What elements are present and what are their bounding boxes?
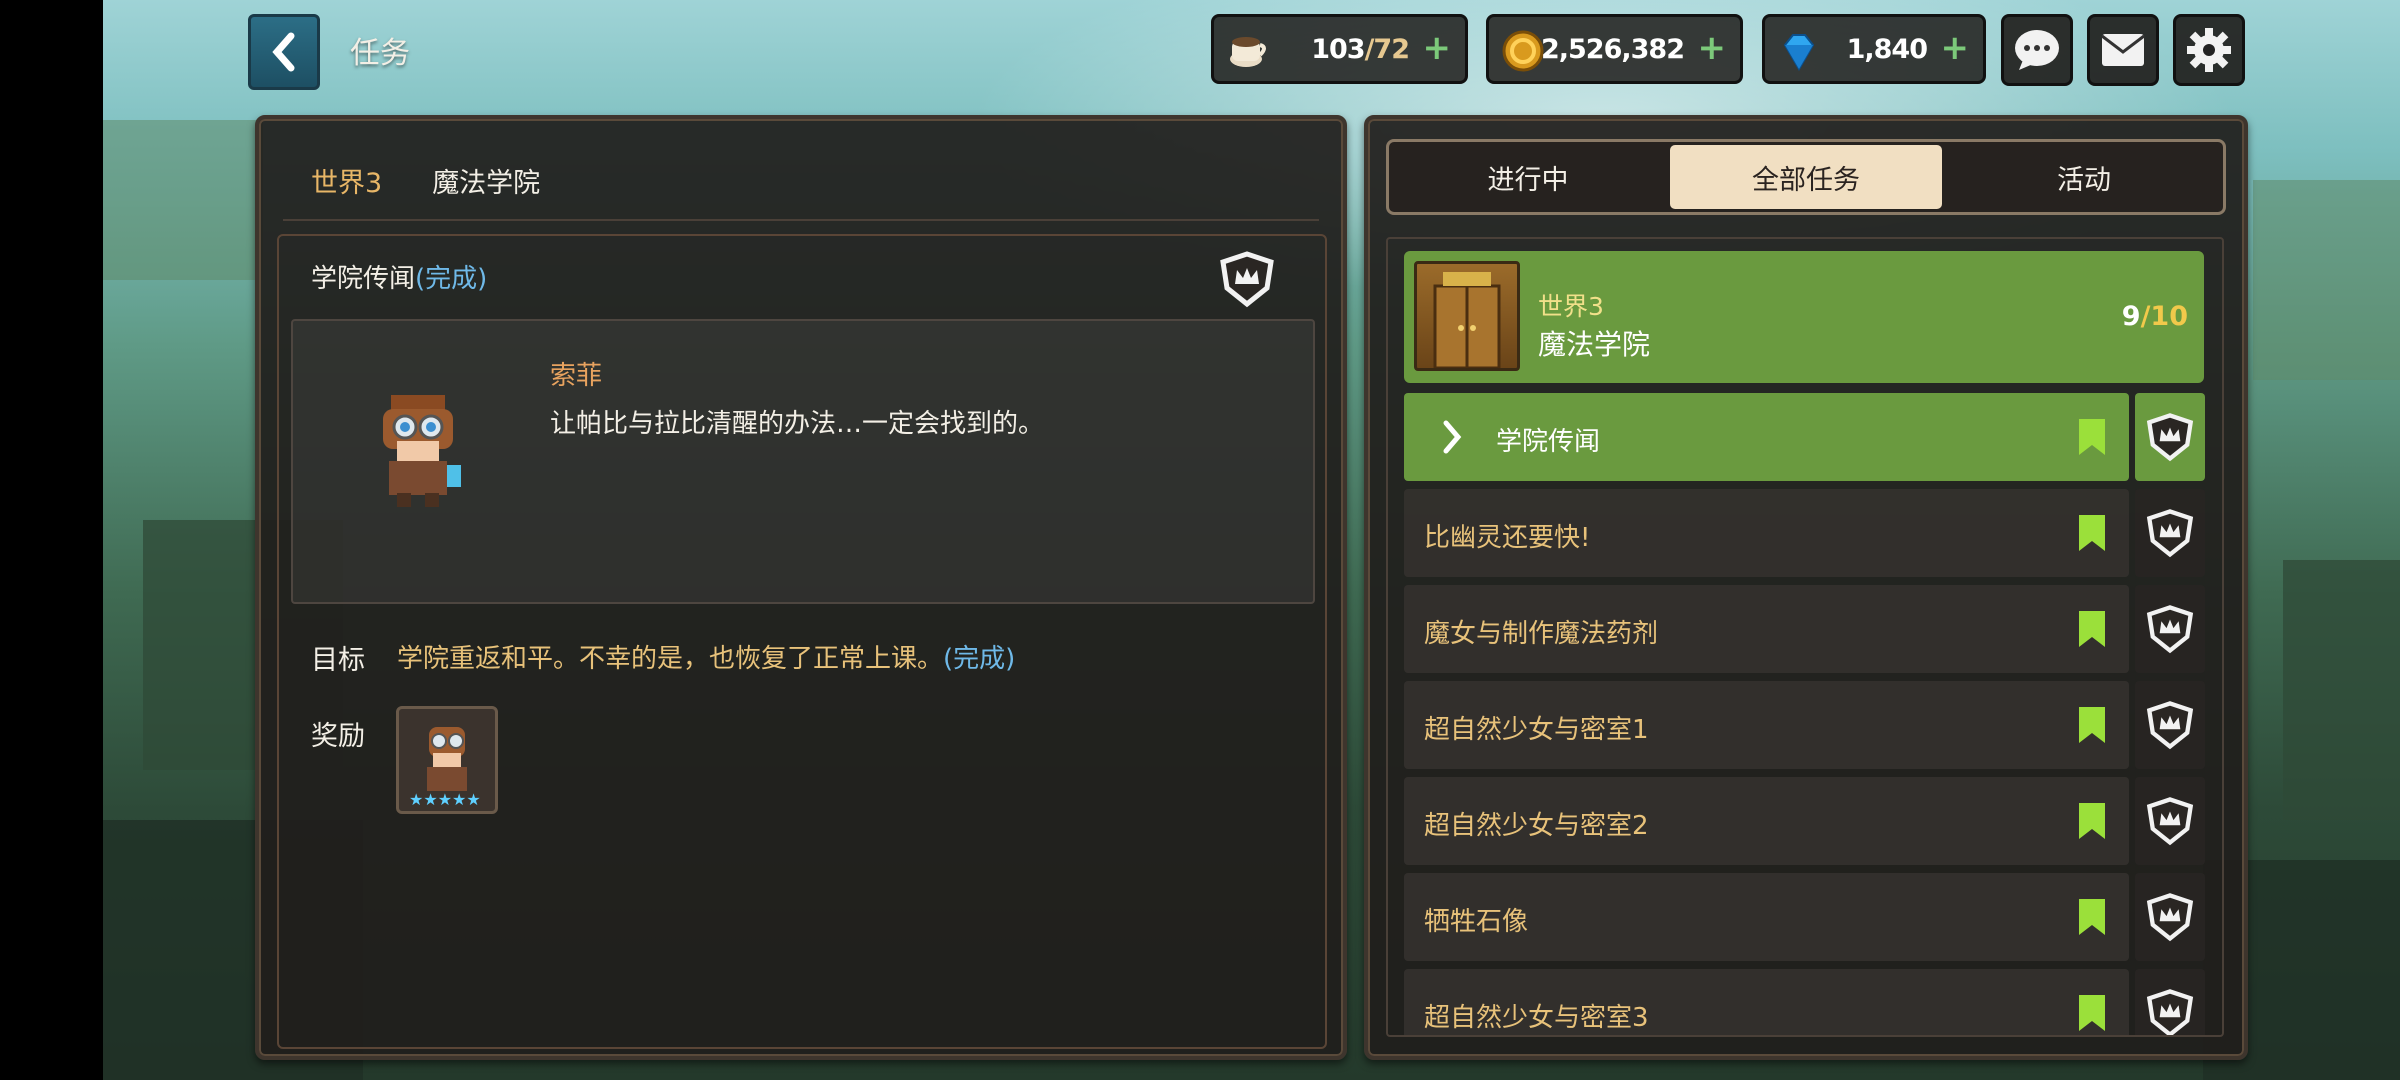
coffee-cup-icon xyxy=(1230,37,1266,67)
quest-detail-panel: 世界3 魔法学院 学院传闻(完成) 索菲 让帕比与拉比清醒的办法…一定会找到的。 … xyxy=(255,115,1347,1060)
divider xyxy=(283,219,1319,221)
bookmark-icon xyxy=(2079,899,2105,935)
tab-in-progress[interactable]: 进行中 xyxy=(1392,145,1664,209)
crown-shield-button[interactable] xyxy=(2135,489,2205,577)
npc-portrait xyxy=(383,395,461,507)
gem-counter: 1,840 + xyxy=(1762,14,1986,84)
quest-row[interactable]: 学院传闻 xyxy=(1404,393,2129,481)
stamina-counter: 103/72 + xyxy=(1211,14,1468,84)
envelope-icon xyxy=(2101,34,2145,66)
reward-item[interactable]: ★★★★★ xyxy=(396,706,498,814)
chat-bubble-icon xyxy=(2015,30,2059,70)
crown-shield-icon xyxy=(2146,893,2194,942)
gold-coin-icon xyxy=(1502,30,1544,72)
tab-events[interactable]: 活动 xyxy=(1948,145,2220,209)
quest-title: 学院传闻(完成) xyxy=(311,264,488,294)
quest-row[interactable]: 超自然少女与密室1 xyxy=(1404,681,2129,769)
bookmark-icon xyxy=(2079,707,2105,743)
world-thumbnail xyxy=(1414,261,1520,371)
bookmark-icon xyxy=(2079,803,2105,839)
quest-row[interactable]: 牺牲石像 xyxy=(1404,873,2129,961)
crown-shield-icon xyxy=(2146,701,2194,750)
crown-shield-button[interactable] xyxy=(2135,777,2205,865)
world-label: 世界3 xyxy=(1538,292,1604,321)
npc-dialog: 索菲 让帕比与拉比清醒的办法…一定会找到的。 xyxy=(291,319,1315,604)
door-icon xyxy=(1433,272,1501,370)
reward-label: 奖励 xyxy=(311,721,365,752)
goal-text: 学院重返和平。不幸的是，也恢复了正常上课。(完成) xyxy=(397,644,1016,674)
hero-reward-portrait: ★★★★★ xyxy=(409,727,481,809)
crown-shield-icon xyxy=(2146,413,2194,462)
bookmark-icon xyxy=(2079,995,2105,1031)
chevron-right-icon xyxy=(1443,420,1462,454)
breadcrumb: 世界3 魔法学院 xyxy=(311,168,541,199)
tab-all-quests[interactable]: 全部任务 xyxy=(1670,145,1942,209)
quest-tabs: 进行中 全部任务 活动 xyxy=(1386,139,2226,215)
bookmark-icon xyxy=(2079,419,2105,455)
svg-text:★★★★★: ★★★★★ xyxy=(409,790,481,809)
world-name: 魔法学院 xyxy=(1538,328,1651,361)
quest-progress-count: 9/10 xyxy=(2121,301,2188,332)
bookmark-icon xyxy=(2079,515,2105,551)
crown-shield-button[interactable] xyxy=(2135,393,2205,481)
chevron-left-icon xyxy=(272,32,295,72)
crown-shield-button[interactable] xyxy=(2135,969,2205,1035)
quest-list[interactable]: 世界3 魔法学院 9/10 学院传闻 比幽灵还要快! 魔女与制作魔法药剂 超自然… xyxy=(1386,237,2224,1037)
add-gems-button[interactable]: + xyxy=(1941,31,1970,65)
crown-shield-button[interactable] xyxy=(2135,873,2205,961)
quest-detail-box: 学院传闻(完成) 索菲 让帕比与拉比清醒的办法…一定会找到的。 目标 学院重返和… xyxy=(277,234,1327,1049)
page-title: 任务 xyxy=(350,36,410,71)
gear-icon xyxy=(2187,28,2231,72)
crown-shield-button[interactable] xyxy=(2135,681,2205,769)
add-stamina-button[interactable]: + xyxy=(1423,31,1452,65)
crown-shield-icon xyxy=(2146,509,2194,558)
npc-name: 索菲 xyxy=(550,361,603,391)
quest-row[interactable]: 魔女与制作魔法药剂 xyxy=(1404,585,2129,673)
crown-shield-icon xyxy=(1220,251,1274,308)
crown-shield-icon xyxy=(2146,605,2194,654)
goal-label: 目标 xyxy=(311,645,365,676)
mail-button[interactable] xyxy=(2087,14,2159,86)
chat-button[interactable] xyxy=(2001,14,2073,86)
crown-shield-icon xyxy=(2146,797,2194,846)
quest-row[interactable]: 超自然少女与密室3 xyxy=(1404,969,2129,1035)
npc-dialog-text: 让帕比与拉比清醒的办法…一定会找到的。 xyxy=(550,409,1045,439)
goal-status: (完成) xyxy=(943,644,1016,674)
quest-list-panel: 进行中 全部任务 活动 世界3 魔法学院 9/10 学院传闻 比幽灵还要快! 魔… xyxy=(1364,115,2248,1060)
bookmark-icon xyxy=(2079,611,2105,647)
back-button[interactable] xyxy=(248,14,320,90)
diamond-icon xyxy=(1783,34,1815,71)
crown-shield-button[interactable] xyxy=(2135,585,2205,673)
settings-button[interactable] xyxy=(2173,14,2245,86)
add-gold-button[interactable]: + xyxy=(1698,31,1727,65)
crown-shield-icon xyxy=(2146,989,2194,1035)
world-group-header[interactable]: 世界3 魔法学院 9/10 xyxy=(1404,251,2204,383)
quest-row[interactable]: 比幽灵还要快! xyxy=(1404,489,2129,577)
quest-row[interactable]: 超自然少女与密室2 xyxy=(1404,777,2129,865)
quest-status: (完成) xyxy=(415,264,488,294)
gold-counter: 2,526,382 + xyxy=(1486,14,1743,84)
